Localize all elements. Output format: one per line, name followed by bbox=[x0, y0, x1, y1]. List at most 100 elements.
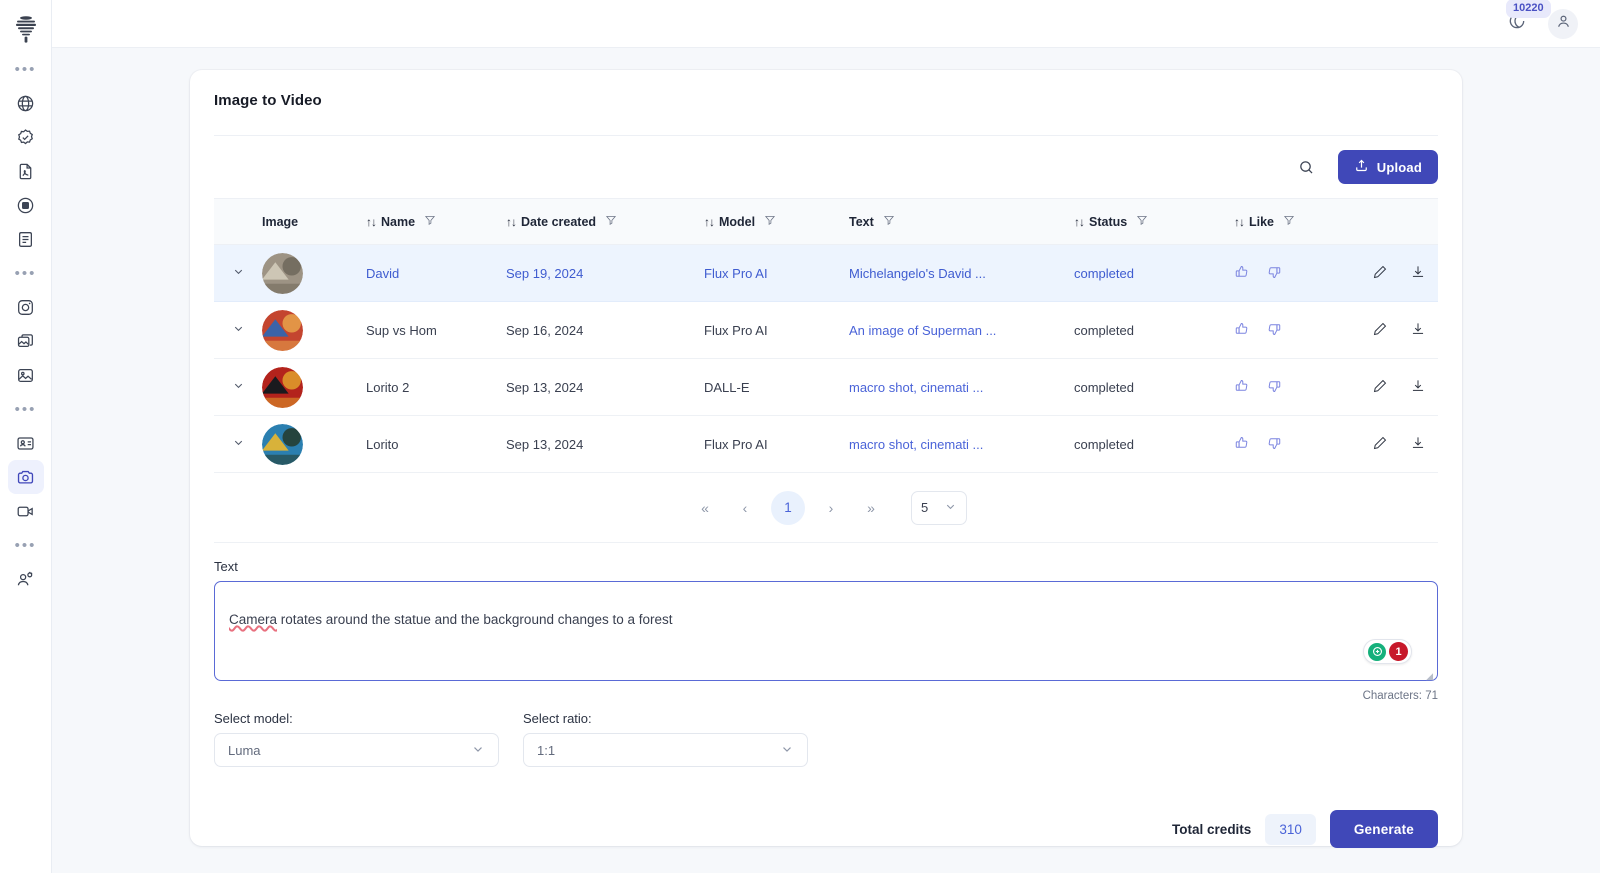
row-expand-cell[interactable] bbox=[214, 244, 262, 302]
th-like[interactable]: ↑↓ Like bbox=[1234, 198, 1366, 245]
chevron-down-icon bbox=[944, 500, 957, 516]
image-to-video-card: Image to Video Upload Image ↑↓ Name ↑↓ D… bbox=[190, 70, 1462, 848]
pagination-current-page[interactable]: 1 bbox=[771, 490, 805, 525]
row-thumbnail bbox=[262, 423, 303, 465]
search-icon[interactable] bbox=[1294, 154, 1320, 180]
table-header: Image ↑↓ Name ↑↓ Date created ↑↓ Model Text… bbox=[214, 198, 1438, 245]
th-name[interactable]: ↑↓ Name bbox=[366, 198, 506, 245]
th-date-label: Date created bbox=[521, 214, 597, 229]
sidebar-item-camera-lens[interactable] bbox=[0, 290, 52, 324]
table-row[interactable]: Lorito Sep 13, 2024 Flux Pro AI macro shot,… bbox=[214, 415, 1438, 473]
row-thumbnail-cell[interactable] bbox=[262, 415, 366, 473]
sidebar-item-video[interactable] bbox=[0, 494, 52, 528]
pagination-next[interactable]: › bbox=[811, 491, 851, 525]
edit-icon[interactable] bbox=[1372, 264, 1388, 283]
sidebar-item-record[interactable] bbox=[0, 188, 52, 222]
row-text-cell[interactable]: Michelangelo's David ... bbox=[849, 244, 1074, 302]
credits-indicator[interactable]: 10220 bbox=[1500, 0, 1551, 41]
chevron-down-icon bbox=[232, 265, 245, 281]
sidebar-item-more-1[interactable]: ••• bbox=[0, 52, 52, 86]
generate-button[interactable]: Generate bbox=[1329, 810, 1438, 848]
thumbs-up-icon[interactable] bbox=[1234, 378, 1250, 397]
edit-icon[interactable] bbox=[1372, 435, 1388, 454]
upload-button[interactable]: Upload bbox=[1337, 150, 1438, 184]
thumbs-down-icon[interactable] bbox=[1266, 264, 1282, 283]
thumbs-down-icon[interactable] bbox=[1266, 321, 1282, 340]
row-text-cell[interactable]: An image of Superman ... bbox=[849, 301, 1074, 359]
avatar[interactable] bbox=[1548, 8, 1578, 39]
pagination-prev[interactable]: ‹ bbox=[725, 491, 765, 525]
resize-handle-icon[interactable]: ◢ bbox=[1426, 671, 1433, 682]
thumbs-up-icon[interactable] bbox=[1234, 321, 1250, 340]
row-expand-cell[interactable] bbox=[214, 415, 262, 473]
sidebar-item-globe[interactable] bbox=[0, 86, 52, 120]
row-text-cell[interactable]: macro shot, cinemati ... bbox=[849, 415, 1074, 473]
grammarly-widget[interactable]: 1 bbox=[1363, 639, 1412, 664]
sidebar-item-document[interactable] bbox=[0, 222, 52, 256]
row-thumbnail-cell[interactable] bbox=[262, 358, 366, 416]
page-size-select[interactable]: 5 bbox=[911, 490, 967, 525]
thumbs-down-icon[interactable] bbox=[1266, 435, 1282, 454]
text-input[interactable] bbox=[214, 581, 1438, 681]
app-root: ••• ••• ••• ••• 10220 Image to Video Upl… bbox=[0, 0, 1600, 873]
photo-camera-icon bbox=[7, 460, 44, 494]
sidebar-item-image[interactable] bbox=[0, 358, 52, 392]
thumbs-up-icon[interactable] bbox=[1234, 435, 1250, 454]
filter-icon[interactable] bbox=[605, 214, 617, 229]
thumbs-down-icon[interactable] bbox=[1266, 378, 1282, 397]
thumbs-up-icon[interactable] bbox=[1234, 264, 1250, 283]
row-expand-cell[interactable] bbox=[214, 358, 262, 416]
check-badge-icon bbox=[8, 120, 44, 154]
th-model[interactable]: ↑↓ Model bbox=[704, 198, 849, 245]
th-status[interactable]: ↑↓ Status bbox=[1074, 198, 1234, 245]
row-text: macro shot, cinemati ... bbox=[849, 436, 984, 452]
select-row: Select model: Luma Select ratio: 1:1 bbox=[214, 711, 1438, 767]
filter-icon[interactable] bbox=[764, 214, 776, 229]
dots-icon: ••• bbox=[14, 264, 37, 282]
row-thumbnail-cell[interactable] bbox=[262, 301, 366, 359]
sidebar-item-images[interactable] bbox=[0, 324, 52, 358]
edit-icon[interactable] bbox=[1372, 321, 1388, 340]
ratio-select[interactable]: 1:1 bbox=[523, 733, 808, 767]
row-status: completed bbox=[1074, 322, 1134, 338]
row-name-cell[interactable]: Sup vs Hom bbox=[366, 301, 506, 359]
app-logo[interactable] bbox=[0, 6, 52, 52]
sidebar-item-image-to-video[interactable] bbox=[0, 460, 52, 494]
sort-icon: ↑↓ bbox=[704, 214, 715, 229]
row-expand-cell[interactable] bbox=[214, 301, 262, 359]
row-status: completed bbox=[1074, 436, 1134, 452]
model-select[interactable]: Luma bbox=[214, 733, 499, 767]
edit-icon[interactable] bbox=[1372, 378, 1388, 397]
row-status-cell: completed bbox=[1074, 358, 1234, 416]
download-icon[interactable] bbox=[1410, 435, 1426, 454]
sidebar-item-more-2[interactable]: ••• bbox=[0, 256, 52, 290]
download-icon[interactable] bbox=[1410, 321, 1426, 340]
row-thumbnail-cell[interactable] bbox=[262, 244, 366, 302]
row-name-cell[interactable]: Lorito bbox=[366, 415, 506, 473]
sidebar-item-id-card[interactable] bbox=[0, 426, 52, 460]
row-name-cell[interactable]: David bbox=[366, 244, 506, 302]
table-row[interactable]: Lorito 2 Sep 13, 2024 DALL-E macro shot, ci… bbox=[214, 358, 1438, 416]
table-row[interactable]: Sup vs Hom Sep 16, 2024 Flux Pro AI An imag… bbox=[214, 301, 1438, 359]
pagination-last[interactable]: » bbox=[851, 491, 891, 525]
row-like-cell bbox=[1234, 244, 1366, 302]
th-like-label: Like bbox=[1249, 214, 1275, 229]
row-text-cell[interactable]: macro shot, cinemati ... bbox=[849, 358, 1074, 416]
filter-icon[interactable] bbox=[883, 214, 895, 229]
filter-icon[interactable] bbox=[1283, 214, 1295, 229]
filter-icon[interactable] bbox=[424, 214, 436, 229]
row-name-cell[interactable]: Lorito 2 bbox=[366, 358, 506, 416]
sidebar-item-verified[interactable] bbox=[0, 120, 52, 154]
th-date-created[interactable]: ↑↓ Date created bbox=[506, 198, 704, 245]
download-icon[interactable] bbox=[1410, 264, 1426, 283]
th-text[interactable]: Text bbox=[849, 198, 1074, 245]
main-area: 10220 Image to Video Upload Image ↑↓ Nam… bbox=[52, 0, 1600, 873]
pagination-first[interactable]: « bbox=[685, 491, 725, 525]
sidebar-item-more-4[interactable]: ••• bbox=[0, 528, 52, 562]
sidebar-item-invite[interactable] bbox=[0, 562, 52, 596]
table-row[interactable]: David Sep 19, 2024 Flux Pro AI Michelangelo… bbox=[214, 244, 1438, 302]
filter-icon[interactable] bbox=[1136, 214, 1148, 229]
sidebar-item-more-3[interactable]: ••• bbox=[0, 392, 52, 426]
sidebar-item-pdf[interactable] bbox=[0, 154, 52, 188]
download-icon[interactable] bbox=[1410, 378, 1426, 397]
